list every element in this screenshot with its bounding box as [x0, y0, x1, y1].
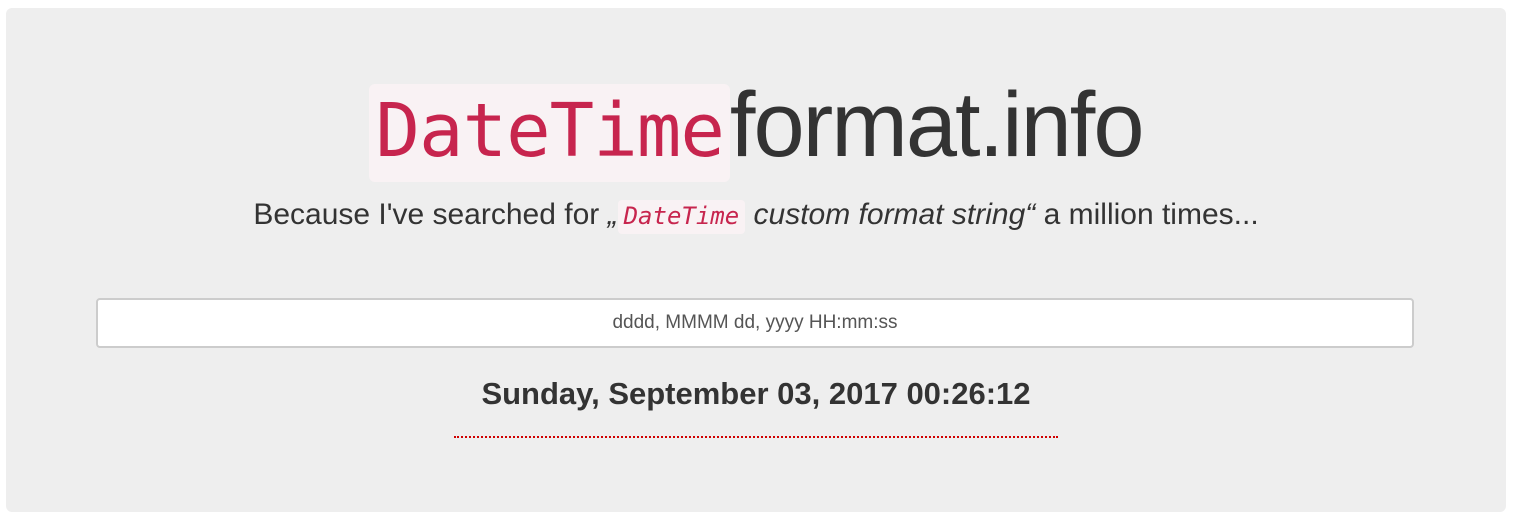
hero-panel: DateTimeformat.info Because I've searche…: [6, 8, 1506, 512]
page-title: DateTimeformat.info: [6, 70, 1506, 186]
tagline-close-quote: “: [1025, 198, 1036, 231]
tagline-code: DateTime: [617, 200, 746, 234]
title-domain-text: format.info: [729, 74, 1145, 176]
tagline-italic-text: custom format string: [745, 198, 1026, 231]
tagline-suffix: a million times...: [1035, 198, 1259, 231]
tagline: Because I've searched for „ DateTime cust…: [6, 192, 1506, 239]
result-dotted-underline: [454, 436, 1058, 438]
formatted-result: Sunday, September 03, 2017 00:26:12: [481, 376, 1031, 411]
title-code-highlight: DateTime: [369, 84, 730, 182]
format-string-input[interactable]: [96, 298, 1414, 348]
tagline-prefix: Because I've searched for: [253, 198, 608, 231]
tagline-open-quote: „: [607, 198, 618, 231]
